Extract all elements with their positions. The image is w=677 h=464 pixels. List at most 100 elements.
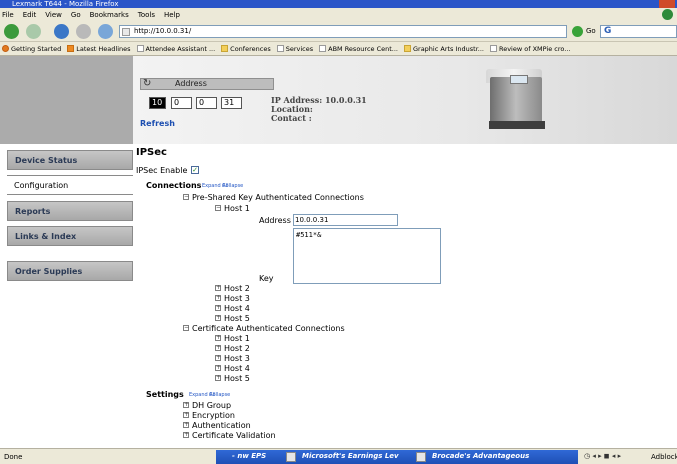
expand-icon[interactable]: + xyxy=(215,315,221,321)
menu-edit[interactable]: Edit xyxy=(23,11,37,19)
menu-file[interactable]: File xyxy=(2,11,14,19)
connections-collapse-link[interactable]: Collapse xyxy=(222,183,243,189)
ticker-controls[interactable]: ◷ ◂ ▸ ◼ ◂ ▸ xyxy=(584,452,621,460)
adblock-button[interactable]: Adblock xyxy=(651,453,677,461)
key-label: Key xyxy=(259,274,274,283)
expand-icon[interactable]: + xyxy=(183,402,189,408)
cert-host-4: Host 4 xyxy=(224,364,250,373)
refresh-link[interactable]: Refresh xyxy=(140,119,175,128)
cert-host-5: Host 5 xyxy=(224,374,250,383)
address-input[interactable]: 10.0.0.31 xyxy=(293,214,398,226)
nav-order-supplies[interactable]: Order Supplies xyxy=(7,261,133,281)
news-icon xyxy=(286,452,296,462)
expand-icon[interactable]: + xyxy=(183,432,189,438)
bookmark-item[interactable]: Latest Headlines xyxy=(67,45,131,53)
menu-bookmarks[interactable]: Bookmarks xyxy=(90,11,129,19)
throbber-icon xyxy=(662,9,673,20)
collapse-icon[interactable]: − xyxy=(183,194,189,200)
ip-octet-4[interactable]: 31 xyxy=(221,97,242,109)
menu-go[interactable]: Go xyxy=(71,11,81,19)
ticker-item[interactable]: Brocade's Advantageous xyxy=(432,452,529,460)
expand-icon[interactable]: + xyxy=(183,412,189,418)
collapse-icon[interactable]: − xyxy=(183,325,189,331)
expand-icon[interactable]: + xyxy=(215,335,221,341)
bookmark-item[interactable]: Attendee Assistant ... xyxy=(136,45,215,53)
bookmark-item[interactable]: Conferences xyxy=(221,45,271,53)
reload-button[interactable] xyxy=(54,24,69,39)
connections-heading: Connections xyxy=(146,181,202,190)
expand-icon[interactable]: + xyxy=(215,375,221,381)
page-icon xyxy=(489,45,497,52)
main-content: IPSec IPSec Enable ✓ Connections Expand … xyxy=(133,144,677,448)
bookmark-item[interactable]: ABM Resource Cent... xyxy=(319,45,398,53)
window-title: Lexmark T644 - Mozilla Firefox xyxy=(12,0,119,8)
status-text: Done xyxy=(4,453,23,461)
psk-host-1: Host 1 xyxy=(224,204,250,213)
psk-host-3: Host 3 xyxy=(224,294,250,303)
bookmark-item[interactable]: Services xyxy=(276,45,313,53)
menu-help[interactable]: Help xyxy=(164,11,180,19)
firefox-icon xyxy=(2,45,9,52)
bookmarks-toolbar: Getting Started Latest Headlines Attende… xyxy=(0,42,677,56)
ipsec-enable-checkbox[interactable]: ✓ xyxy=(191,166,199,174)
window-close-button[interactable] xyxy=(659,0,675,8)
cert-host-1: Host 1 xyxy=(224,334,250,343)
psk-host-2: Host 2 xyxy=(224,284,250,293)
settings-collapse-link[interactable]: Collapse xyxy=(209,392,230,398)
page-icon xyxy=(276,45,284,52)
bookmark-item[interactable]: Review of XMPie cro... xyxy=(489,45,570,53)
stop-button[interactable] xyxy=(76,24,91,39)
navigation-toolbar: http://10.0.0.31/ Go G xyxy=(0,21,677,42)
nav-configuration[interactable]: Configuration xyxy=(7,175,133,195)
ticker-item[interactable]: Microsoft's Earnings Lev xyxy=(302,452,399,460)
menu-tools[interactable]: Tools xyxy=(138,11,155,19)
nav-reports[interactable]: Reports xyxy=(7,201,133,221)
folder-icon xyxy=(221,45,229,52)
bookmark-item[interactable]: Graphic Arts Industr... xyxy=(403,45,484,53)
ip-octet-2[interactable]: 0 xyxy=(171,97,192,109)
key-textarea[interactable]: #511*& xyxy=(293,228,441,284)
nav-links-index[interactable]: Links & Index xyxy=(7,226,133,246)
nav-device-status[interactable]: Device Status xyxy=(7,150,133,170)
ticker-item[interactable]: - nw EPS xyxy=(232,452,266,460)
printer-image xyxy=(484,65,550,129)
settings-encryption: Encryption xyxy=(192,411,235,420)
expand-icon[interactable]: + xyxy=(215,295,221,301)
menu-bar: File Edit View Go Bookmarks Tools Help xyxy=(0,8,677,21)
psk-connections-label: Pre-Shared Key Authenticated Connections xyxy=(192,193,364,202)
settings-heading: Settings xyxy=(146,390,184,399)
header-left-panel xyxy=(0,56,133,144)
url-input[interactable]: http://10.0.0.31/ xyxy=(119,25,567,38)
news-ticker: - nw EPS Microsoft's Earnings Lev Brocad… xyxy=(216,450,578,464)
expand-icon[interactable]: + xyxy=(215,285,221,291)
address-bar xyxy=(140,78,274,90)
cert-host-3: Host 3 xyxy=(224,354,250,363)
expand-icon[interactable]: + xyxy=(183,422,189,428)
cert-host-2: Host 2 xyxy=(224,344,250,353)
expand-icon[interactable]: + xyxy=(215,355,221,361)
back-button[interactable] xyxy=(4,24,19,39)
window-title-bar: Lexmark T644 - Mozilla Firefox xyxy=(0,0,677,8)
forward-button[interactable] xyxy=(26,24,41,39)
ip-octet-3[interactable]: 0 xyxy=(196,97,217,109)
go-icon[interactable] xyxy=(572,26,583,37)
page-icon xyxy=(136,45,144,52)
expand-icon[interactable]: + xyxy=(215,365,221,371)
menu-view[interactable]: View xyxy=(45,11,62,19)
settings-dh-group: DH Group xyxy=(192,401,232,410)
search-input[interactable]: G xyxy=(600,25,677,38)
go-button[interactable]: Go xyxy=(586,27,596,35)
rss-icon xyxy=(67,45,75,52)
refresh-icon: ↻ xyxy=(143,78,152,89)
ip-octet-1[interactable]: 10 xyxy=(149,97,166,109)
home-button[interactable] xyxy=(98,24,113,39)
psk-host-4: Host 4 xyxy=(224,304,250,313)
page-icon xyxy=(122,28,130,36)
expand-icon[interactable]: + xyxy=(215,345,221,351)
ipsec-enable-label: IPSec Enable xyxy=(136,166,188,175)
settings-authentication: Authentication xyxy=(192,421,251,430)
bookmark-item[interactable]: Getting Started xyxy=(2,45,61,53)
expand-icon[interactable]: + xyxy=(215,305,221,311)
collapse-icon[interactable]: − xyxy=(215,205,221,211)
cert-connections-label: Certificate Authenticated Connections xyxy=(192,324,345,333)
